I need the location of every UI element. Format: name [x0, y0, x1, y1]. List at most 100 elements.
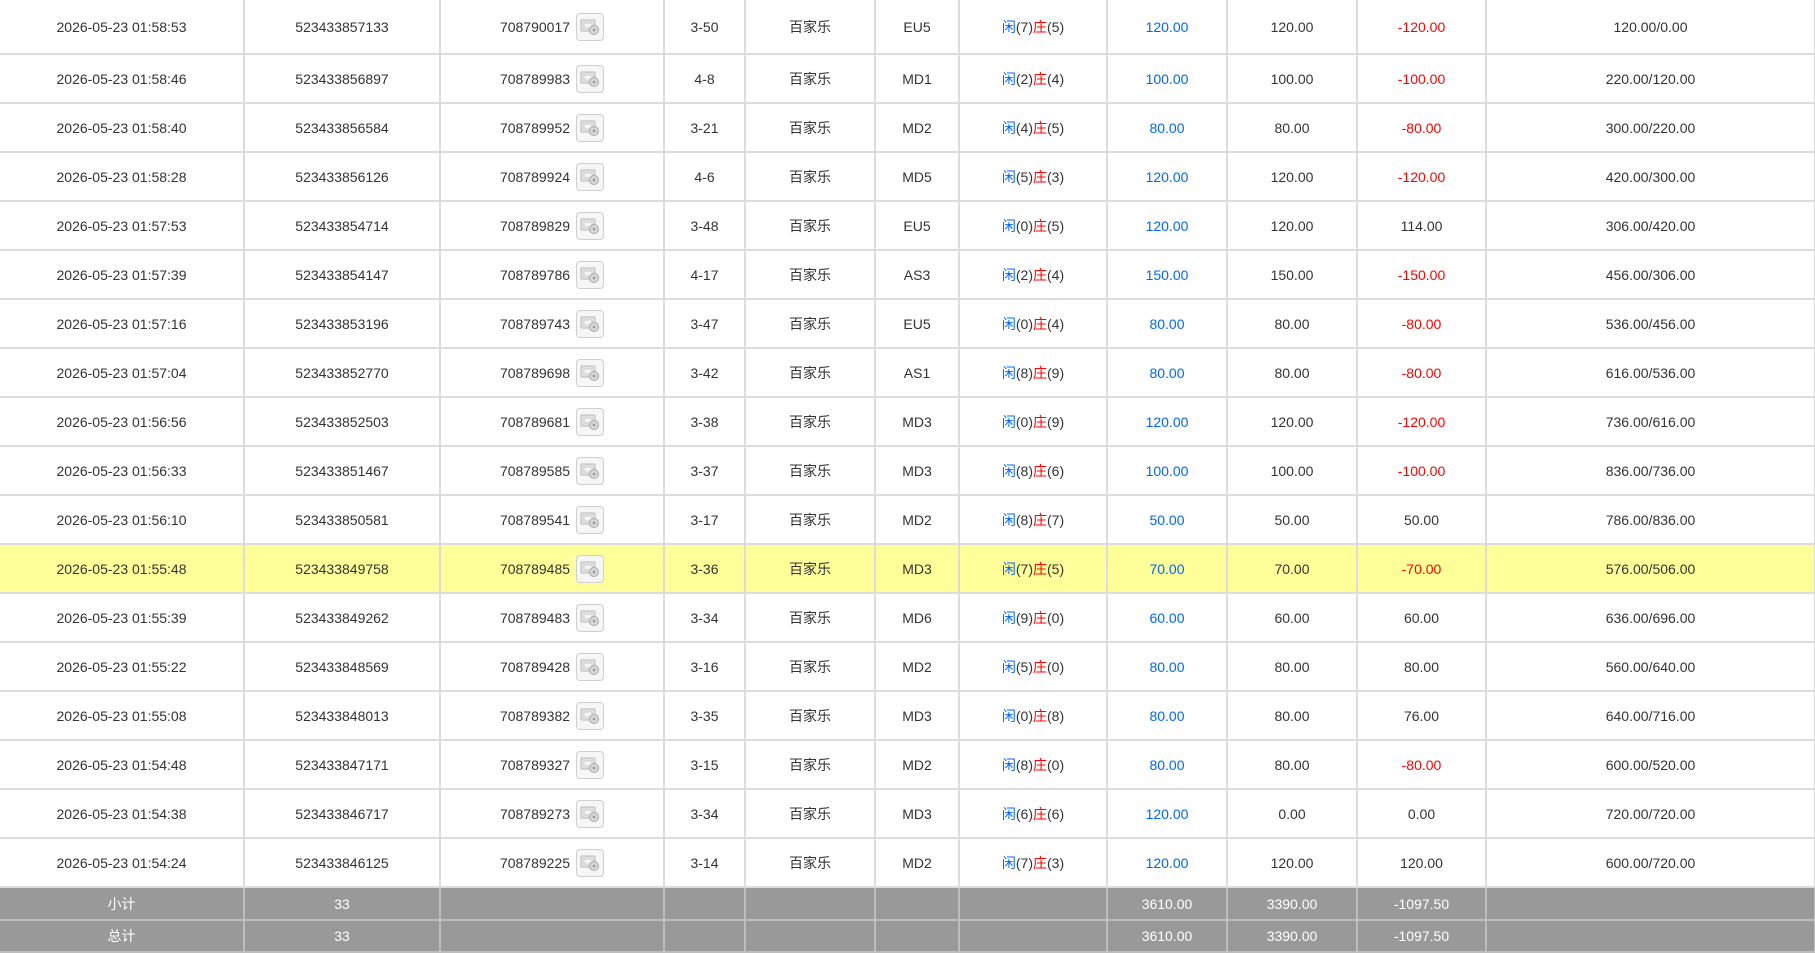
table-row[interactable]: 2026-05-23 01:57:39 523433854147 708789786… [0, 250, 1815, 300]
table-row[interactable]: 2026-05-23 01:55:39 523433849262 708789483… [0, 593, 1815, 643]
table-row[interactable]: 2026-05-23 01:54:38 523433846717 708789273… [0, 789, 1815, 839]
table-row[interactable]: 2026-05-23 01:58:53 523433857133 708790017… [0, 0, 1815, 55]
room-cell: MD2 [875, 740, 960, 790]
valid-bet-cell: 70.00 [1227, 544, 1358, 594]
replay-icon[interactable] [576, 799, 605, 828]
room-cell: MD3 [875, 446, 960, 496]
player-points: (8) [1015, 511, 1033, 528]
round-no-cell: 708789743 [440, 299, 665, 349]
table-row[interactable]: 2026-05-23 01:54:24 523433846125 708789225… [0, 838, 1815, 888]
bet-time-cell: 2026-05-23 01:57:39 [0, 250, 245, 300]
valid-bet-cell: 0.00 [1227, 789, 1358, 839]
room-cell: AS3 [875, 250, 960, 300]
replay-icon[interactable] [576, 260, 605, 289]
table-row[interactable]: 2026-05-23 01:54:48 523433847171 708789327… [0, 740, 1815, 790]
round-no-text: 708789382 [499, 707, 571, 724]
round-no-cell: 708789382 [440, 691, 665, 741]
replay-icon[interactable] [576, 407, 605, 436]
game-type-cell: 百家乐 [745, 691, 876, 741]
valid-bet-cell: 60.00 [1227, 593, 1358, 643]
valid-bet-cell: 120.00 [1227, 0, 1358, 55]
table-no-cell: 3-14 [664, 838, 746, 888]
replay-icon[interactable] [576, 162, 605, 191]
subtotal-win-loss: -1097.50 [1357, 887, 1487, 921]
room-cell: MD1 [875, 54, 960, 104]
order-no-cell: 523433857133 [244, 0, 441, 55]
player-points: (5) [1015, 658, 1033, 675]
player-label: 闲 [1001, 658, 1016, 675]
table-row[interactable]: 2026-05-23 01:57:53 523433854714 708789829… [0, 201, 1815, 251]
replay-icon[interactable] [576, 554, 605, 583]
win-loss-cell: -80.00 [1357, 740, 1487, 790]
table-row[interactable]: 2026-05-23 01:57:16 523433853196 708789743… [0, 299, 1815, 349]
subtotal-count: 33 [244, 887, 441, 921]
banker-points: (5) [1047, 560, 1065, 577]
player-points: (8) [1015, 756, 1033, 773]
player-points: (5) [1015, 168, 1033, 185]
replay-icon[interactable] [576, 456, 605, 485]
table-no-cell: 4-6 [664, 152, 746, 202]
bet-time-cell: 2026-05-23 01:58:46 [0, 54, 245, 104]
table-row[interactable]: 2026-05-23 01:56:10 523433850581 708789541… [0, 495, 1815, 545]
win-loss-cell: 80.00 [1357, 642, 1487, 692]
room-cell: MD3 [875, 397, 960, 447]
result-cell: 闲(5)庄(0) [959, 642, 1108, 692]
banker-points: (3) [1047, 854, 1065, 871]
table-no-cell: 3-17 [664, 495, 746, 545]
valid-bet-cell: 120.00 [1227, 838, 1358, 888]
table-no-cell: 4-17 [664, 250, 746, 300]
table-no-cell: 3-38 [664, 397, 746, 447]
subtotal-empty-cell [745, 887, 876, 921]
banker-label: 庄 [1033, 609, 1047, 626]
balance-cell: 786.00/836.00 [1486, 495, 1815, 545]
replay-icon[interactable] [576, 505, 605, 534]
round-no-cell: 708789924 [440, 152, 665, 202]
replay-icon[interactable] [576, 701, 605, 730]
replay-icon[interactable] [576, 113, 605, 142]
order-no-cell: 523433846717 [244, 789, 441, 839]
valid-bet-cell: 80.00 [1227, 642, 1358, 692]
game-type-cell: 百家乐 [745, 152, 876, 202]
player-points: (7) [1015, 854, 1033, 871]
round-no-cell: 708789983 [440, 54, 665, 104]
table-row-highlighted[interactable]: 2026-05-23 01:55:48 523433849758 708789485… [0, 544, 1815, 594]
table-row[interactable]: 2026-05-23 01:58:40 523433856584 708789952… [0, 103, 1815, 153]
result-cell: 闲(7)庄(5) [959, 0, 1108, 55]
player-label: 闲 [1001, 805, 1016, 822]
room-cell: EU5 [875, 299, 960, 349]
replay-icon[interactable] [576, 750, 605, 779]
table-row[interactable]: 2026-05-23 01:58:28 523433856126 708789924… [0, 152, 1815, 202]
table-row[interactable]: 2026-05-23 01:58:46 523433856897 708789983… [0, 54, 1815, 104]
table-row[interactable]: 2026-05-23 01:56:56 523433852503 708789681… [0, 397, 1815, 447]
bet-time-cell: 2026-05-23 01:56:33 [0, 446, 245, 496]
game-type-cell: 百家乐 [745, 495, 876, 545]
replay-icon[interactable] [576, 64, 605, 93]
valid-bet-cell: 120.00 [1227, 152, 1358, 202]
balance-cell: 636.00/696.00 [1486, 593, 1815, 643]
table-row[interactable]: 2026-05-23 01:56:33 523433851467 708789585… [0, 446, 1815, 496]
bet-time-cell: 2026-05-23 01:58:28 [0, 152, 245, 202]
bet-time-cell: 2026-05-23 01:55:48 [0, 544, 245, 594]
order-no-cell: 523433849262 [244, 593, 441, 643]
table-row[interactable]: 2026-05-23 01:55:08 523433848013 708789382… [0, 691, 1815, 741]
player-points: (0) [1015, 315, 1033, 332]
balance-cell: 456.00/306.00 [1486, 250, 1815, 300]
replay-icon[interactable] [576, 848, 605, 877]
table-no-cell: 3-50 [664, 0, 746, 55]
result-cell: 闲(8)庄(6) [959, 446, 1108, 496]
replay-icon[interactable] [576, 652, 605, 681]
valid-bet-cell: 100.00 [1227, 54, 1358, 104]
replay-icon[interactable] [576, 603, 605, 632]
table-row[interactable]: 2026-05-23 01:57:04 523433852770 708789698… [0, 348, 1815, 398]
replay-icon[interactable] [576, 12, 605, 41]
replay-icon[interactable] [576, 309, 605, 338]
order-no-cell: 523433853196 [244, 299, 441, 349]
replay-icon[interactable] [576, 358, 605, 387]
result-cell: 闲(2)庄(4) [959, 250, 1108, 300]
banker-points: (4) [1047, 266, 1065, 283]
round-no-text: 708789829 [499, 217, 571, 234]
table-row[interactable]: 2026-05-23 01:55:22 523433848569 708789428… [0, 642, 1815, 692]
replay-icon[interactable] [576, 211, 605, 240]
player-label: 闲 [1001, 560, 1016, 577]
round-no-cell: 708789428 [440, 642, 665, 692]
